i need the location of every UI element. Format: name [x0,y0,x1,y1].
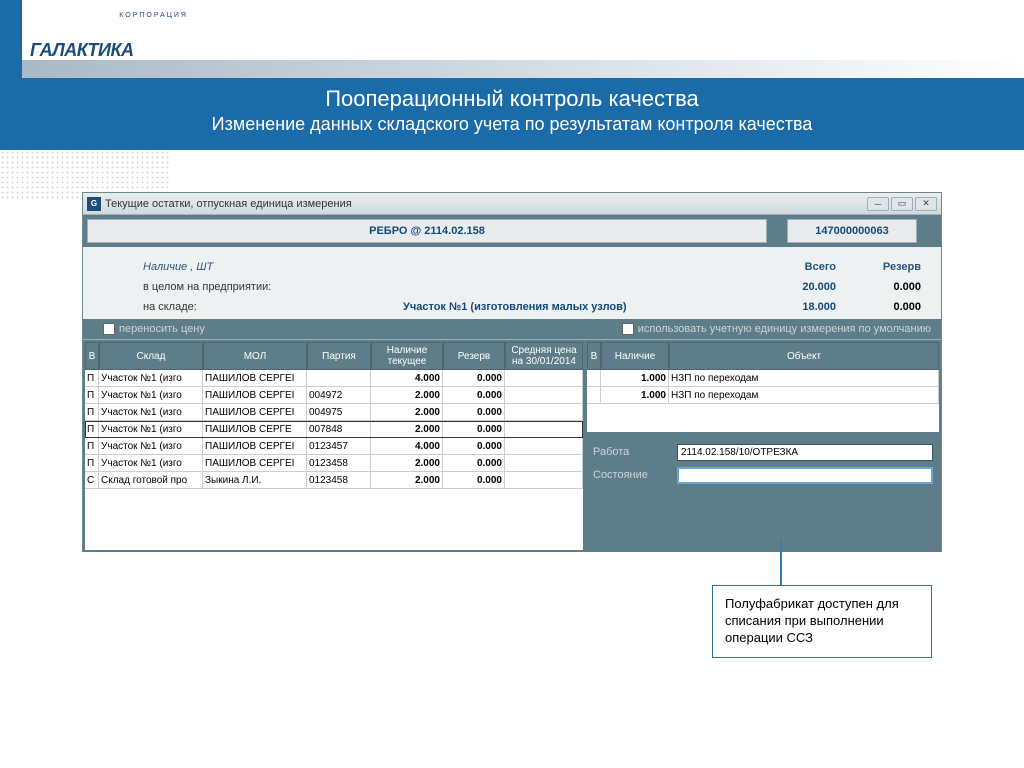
decor-gradient [22,60,1024,78]
logo: КОРПОРАЦИЯ ГАЛАКТИКА [30,10,190,61]
app-window: G Текущие остатки, отпускная единица изм… [82,192,942,552]
use-default-unit-checkbox[interactable]: использовать учетную единицу измерения п… [622,323,931,335]
header-band: РЕБРО @ 2114.02.158 147000000063 [83,215,941,247]
callout-box: Полуфабрикат доступен для списания при в… [712,585,932,658]
info-panel: Наличие , ШТ Всего Резерв в целом на пре… [83,247,941,340]
options-row: переносить цену использовать учетную еди… [83,319,941,339]
window-title: Текущие остатки, отпускная единица измер… [105,198,867,210]
maximize-button[interactable]: ▭ [891,197,913,211]
slide-title-bar: Пооперационный контроль качества Изменен… [0,78,1024,150]
stock-table[interactable]: В Склад МОЛ Партия Наличие текущее Резер… [85,342,583,550]
state-label: Состояние [593,469,671,481]
warehouse-total: 18.000 [751,301,836,313]
col-nal[interactable]: Наличие текущее [371,342,443,370]
minimize-button[interactable]: ─ [867,197,889,211]
header-main[interactable]: РЕБРО @ 2114.02.158 [87,219,767,243]
enterprise-label: в целом на предприятии: [143,281,403,293]
object-table[interactable]: В Наличие Объект 1.000НЗП по переходам1.… [587,342,939,432]
tables-area: В Склад МОЛ Партия Наличие текущее Резер… [83,340,941,552]
work-label: Работа [593,446,671,458]
table-row[interactable]: ПУчасток №1 (изгоПАШИЛОВ СЕРГЕI01234582.… [85,455,583,472]
table-row[interactable]: ПУчасток №1 (изгоПАШИЛОВ СЕРГЕI0049722.0… [85,387,583,404]
logo-text: ГАЛАКТИКА [30,40,190,61]
app-icon: G [87,197,101,211]
slide-subtitle: Изменение данных складского учета по рез… [0,114,1024,135]
col-avg[interactable]: Средняя цена на 30/01/2014 [505,342,583,370]
col-mol[interactable]: МОЛ [203,342,307,370]
col-part[interactable]: Партия [307,342,371,370]
col-sklad[interactable]: Склад [99,342,203,370]
rcol-nal[interactable]: Наличие [601,342,669,370]
enterprise-total: 20.000 [751,281,836,293]
table-row[interactable]: 1.000НЗП по переходам [587,370,939,387]
warehouse-name: Участок №1 (изготовления малых узлов) [403,301,751,313]
header-gap [771,219,783,243]
slide-title: Пооперационный контроль качества [0,86,1024,112]
titlebar: G Текущие остатки, отпускная единица изм… [83,193,941,215]
scroll-gutter [921,219,935,243]
reserve-header: Резерв [836,261,921,273]
col-res[interactable]: Резерв [443,342,505,370]
work-field[interactable]: 2114.02.158/10/ОТРЕЗКА [677,444,933,461]
detail-panel: Работа 2114.02.158/10/ОТРЕЗКА Состояние [587,436,939,550]
header-number[interactable]: 147000000063 [787,219,917,243]
total-header: Всего [751,261,836,273]
table-row[interactable]: ПУчасток №1 (изгоПАШИЛОВ СЕРГЕI4.0000.00… [85,370,583,387]
callout-connector [780,540,782,590]
table-row[interactable]: ССклад готовой проЗыкина Л.И.01234582.00… [85,472,583,489]
close-button[interactable]: ✕ [915,197,937,211]
warehouse-label: на складе: [143,301,403,313]
table-row[interactable]: 1.000НЗП по переходам [587,387,939,404]
rcol-obj[interactable]: Объект [669,342,939,370]
presence-label: Наличие , ШТ [143,261,403,273]
decor-stripe [0,0,22,78]
state-field[interactable] [677,467,933,484]
table-row[interactable]: ПУчасток №1 (изгоПАШИЛОВ СЕРГЕ0078482.00… [85,421,583,438]
warehouse-reserve: 0.000 [836,301,921,313]
col-v[interactable]: В [85,342,99,370]
rcol-v[interactable]: В [587,342,601,370]
logo-subtext: КОРПОРАЦИЯ [119,12,188,19]
carry-price-checkbox[interactable]: переносить цену [103,323,205,335]
enterprise-reserve: 0.000 [836,281,921,293]
table-row[interactable]: ПУчасток №1 (изгоПАШИЛОВ СЕРГЕI0049752.0… [85,404,583,421]
table-row[interactable]: ПУчасток №1 (изгоПАШИЛОВ СЕРГЕI01234574.… [85,438,583,455]
